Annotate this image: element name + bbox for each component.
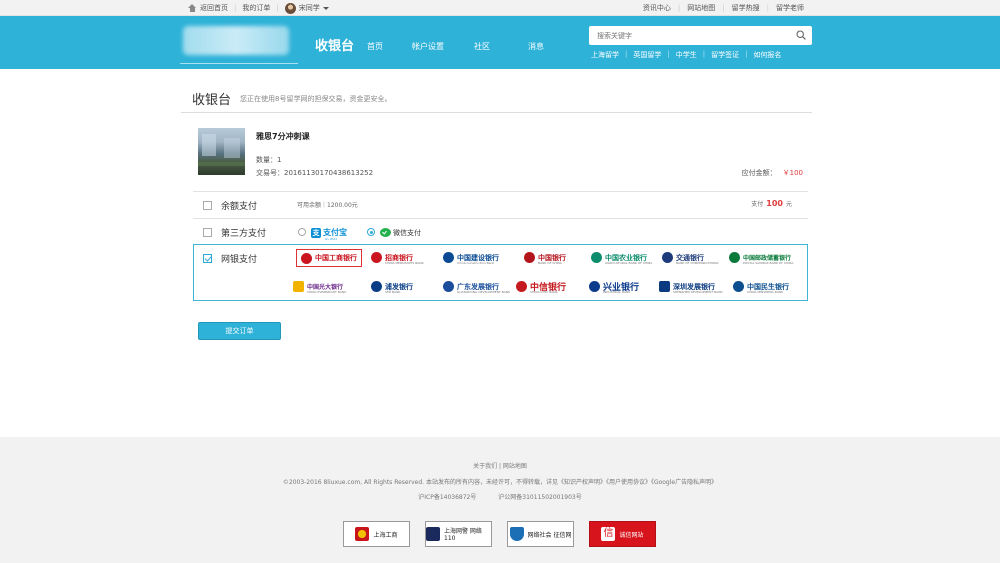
badge-police-110[interactable]: 上海网警 网络110 <box>425 521 492 547</box>
wechat-pay-radio[interactable] <box>367 228 375 236</box>
police-record[interactable]: 沪公网备31011502001903号 <box>498 494 581 501</box>
bank-logo-icon <box>293 281 304 292</box>
bank-logo-icon <box>516 281 527 292</box>
home-icon <box>188 4 197 12</box>
balance-pay-amount: 支付 100 元 <box>751 199 792 208</box>
teachers-link[interactable]: 留学老师 <box>776 3 804 13</box>
security-tip: 您正在使用8号留学网的担保交易，资金更安全。 <box>240 95 392 103</box>
site-footer: 关于我们 | 网站地图 ©2003-2016 8liuxue.com, All … <box>0 437 1000 563</box>
avatar[interactable] <box>284 2 296 14</box>
balance-pay-checkbox[interactable] <box>203 201 212 210</box>
divider <box>193 218 808 219</box>
user-menu[interactable]: 宋同学 <box>299 3 320 13</box>
course-name: 雅思7分冲刺课 <box>256 132 310 141</box>
hot-search-link[interactable]: 留学热搜 <box>732 3 760 13</box>
chevron-down-icon[interactable] <box>322 6 329 10</box>
order-quantity: 数量：1 <box>256 156 282 164</box>
bank-option[interactable]: 兴业银行 INDUSTRIAL BANK <box>589 278 639 295</box>
hot-keywords: 上海留学 | 英国留学 | 中学生 | 留学签证 | 如何报名 <box>591 50 782 60</box>
bank-option[interactable]: 招商银行 CHINA MERCHANTS BANK <box>371 249 424 266</box>
footer-links[interactable]: 关于我们 | 网站地图 <box>0 461 1000 470</box>
course-thumbnail <box>198 128 245 175</box>
bank-option[interactable]: 中国工商银行 <box>296 249 362 267</box>
bank-logo-icon <box>591 252 602 263</box>
bank-option[interactable]: 中国建设银行 China Construction Bank <box>443 249 499 266</box>
my-orders-link[interactable]: 我的订单 <box>242 3 270 13</box>
bank-logo-icon <box>443 252 454 263</box>
sitemap-link[interactable]: 网站地图 <box>687 3 715 13</box>
icp-number[interactable]: 沪ICP备14036872号 <box>418 494 476 501</box>
divider <box>193 191 808 192</box>
bank-logo-icon <box>524 252 535 263</box>
badge-trusted-site[interactable]: 信 诚信网站 <box>589 521 656 547</box>
amount-due-label: 应付金额： <box>741 169 777 177</box>
site-header: 收银台 首页 帐户设置 社区 消息 上海留学 | 英国留学 | 中学生 | 留学… <box>0 16 1000 69</box>
nav-messages[interactable]: 消息 <box>528 41 544 52</box>
top-bar-right: 资讯中心 | 网站地图 | 留学热搜 | 留学老师 <box>642 3 804 13</box>
bank-option[interactable]: 中国银行 BANK OF CHINA <box>524 249 566 266</box>
amount-due: 应付金额： ￥100 <box>742 168 803 178</box>
hot-keyword[interactable]: 如何报名 <box>753 50 781 60</box>
alipay-option[interactable]: 支 支付宝 ALIPAY <box>311 227 347 241</box>
nav-home[interactable]: 首页 <box>367 41 383 52</box>
bank-logo-icon <box>589 281 600 292</box>
bank-pay-checkbox[interactable] <box>203 254 212 263</box>
third-party-pay-checkbox[interactable] <box>203 228 212 237</box>
trust-icon: 信 <box>601 527 616 541</box>
hot-keyword[interactable]: 中学生 <box>676 50 697 60</box>
search-box <box>589 26 812 45</box>
bank-logo-icon <box>371 281 382 292</box>
badge-credit-net[interactable]: 网络社会 征信网 <box>507 521 574 547</box>
bank-option[interactable]: 深圳发展银行 SHENZHEN DEVELOPMENT BANK <box>659 278 722 295</box>
divider <box>181 112 812 113</box>
site-logo[interactable] <box>183 26 289 55</box>
header-title: 收银台 <box>315 39 355 54</box>
alipay-radio[interactable] <box>298 228 306 236</box>
submit-order-button[interactable]: 提交订单 <box>198 322 281 340</box>
bank-pay-label: 网银支付 <box>221 255 258 265</box>
badge-shanghai-commerce[interactable]: 上海工商 <box>343 521 410 547</box>
bank-logo-icon <box>733 281 744 292</box>
bank-option[interactable]: 中国农业银行 AGRICULTURAL BANK OF CHINA <box>591 249 652 266</box>
alipay-icon: 支 <box>311 227 321 238</box>
balance-pay-label: 余额支付 <box>221 202 258 212</box>
bank-logo-icon <box>729 252 740 263</box>
bank-logo-icon <box>301 252 312 264</box>
wechat-pay-option[interactable]: 微信支付 <box>380 227 421 238</box>
third-party-pay-label: 第三方支付 <box>221 229 267 239</box>
shield-icon <box>509 527 524 541</box>
nav-account-settings[interactable]: 帐户设置 <box>412 41 444 52</box>
footer-copyright: ©2003-2016 8liuxue.com, All Rights Reser… <box>282 479 718 486</box>
hot-keyword[interactable]: 留学签证 <box>711 50 739 60</box>
search-icon[interactable] <box>796 30 806 40</box>
bank-option[interactable]: 中国光大银行 CHINA EVERBRIGHT BANK <box>293 278 346 295</box>
bank-option[interactable]: 中国民生银行 CHINA MINSHENG BANK <box>733 278 789 295</box>
bank-option[interactable]: 广东发展银行 GUANGDONG DEVELOPMENT BANK <box>443 278 510 295</box>
bank-logo-icon <box>659 281 670 292</box>
page-title: 收银台 <box>192 93 232 108</box>
wechat-icon <box>380 228 391 237</box>
nav-community[interactable]: 社区 <box>474 41 490 52</box>
news-center-link[interactable]: 资讯中心 <box>643 3 671 13</box>
bank-option[interactable]: 中信银行 CHINA CITIC BANK <box>516 278 566 295</box>
bank-logo-icon <box>371 252 382 263</box>
home-link[interactable]: 返回首页 <box>200 3 228 13</box>
emblem-icon <box>355 527 370 541</box>
top-bar-left: 返回首页 | 我的订单 | 宋同学 <box>188 0 329 16</box>
bank-logo-icon <box>662 252 673 263</box>
bank-logo-icon <box>443 281 454 292</box>
bank-option[interactable]: 中国邮政储蓄银行 POSTAL SAVINGS BANK OF CHINA <box>729 249 793 266</box>
search-input[interactable] <box>589 26 779 45</box>
footer-icp: 沪ICP备14036872号 沪公网备31011502001903号 <box>0 492 1000 501</box>
top-bar: 返回首页 | 我的订单 | 宋同学 资讯中心 | 网站地图 | 留学热搜 | 留… <box>0 0 1000 16</box>
amount-due-value: ￥100 <box>782 169 803 177</box>
hot-keyword[interactable]: 上海留学 <box>591 50 619 60</box>
bank-option[interactable]: 交通银行 BANK OF COMMUNICATIONS <box>662 249 718 266</box>
police-icon <box>426 527 440 541</box>
available-balance: 可用余额｜1200.00元 <box>297 202 358 209</box>
bank-option[interactable]: 浦发银行 SPD BANK <box>371 278 413 295</box>
trade-number: 交易号：20161130170438613252 <box>256 169 374 177</box>
hot-keyword[interactable]: 英国留学 <box>633 50 661 60</box>
